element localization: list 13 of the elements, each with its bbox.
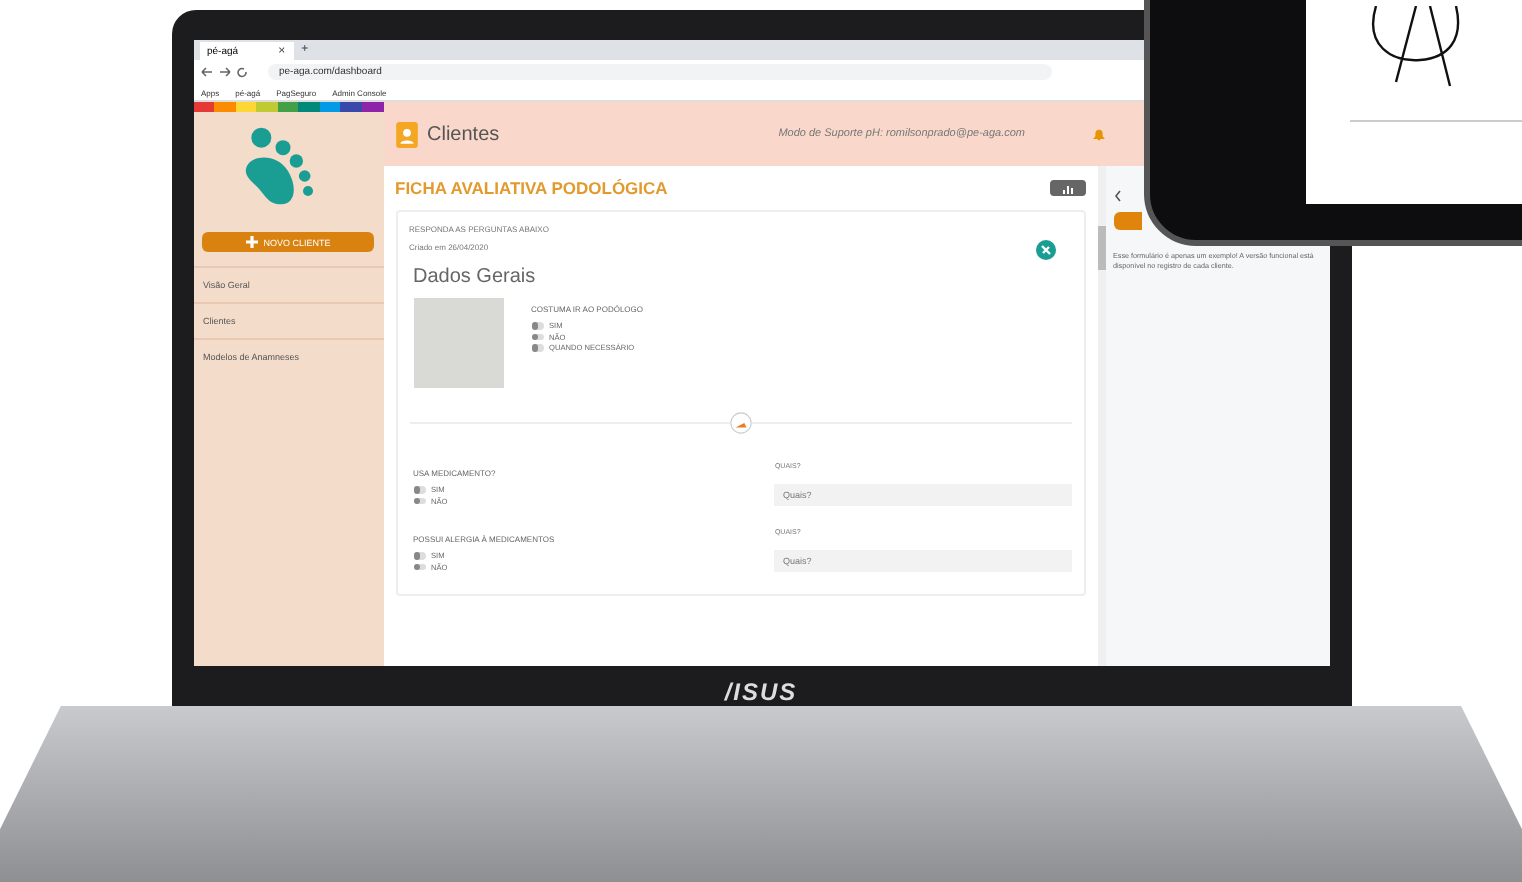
header-title: Clientes (427, 123, 500, 145)
page-title: FICHA AVALIATIVA PODOLÓGICA (395, 178, 668, 198)
footcare-icon (729, 412, 751, 434)
scrollbar-thumb[interactable] (1097, 226, 1105, 270)
panel-button[interactable] (1113, 212, 1141, 230)
chart-button[interactable] (1049, 180, 1085, 196)
contact-book-icon (395, 121, 417, 147)
bell-icon[interactable] (1091, 127, 1105, 141)
plus-icon (245, 236, 258, 248)
photo-placeholder (413, 298, 503, 388)
bar-chart-icon (1061, 183, 1073, 193)
laptop-logo: /ISUS (724, 678, 798, 706)
section-heading: Dados Gerais (413, 266, 538, 288)
